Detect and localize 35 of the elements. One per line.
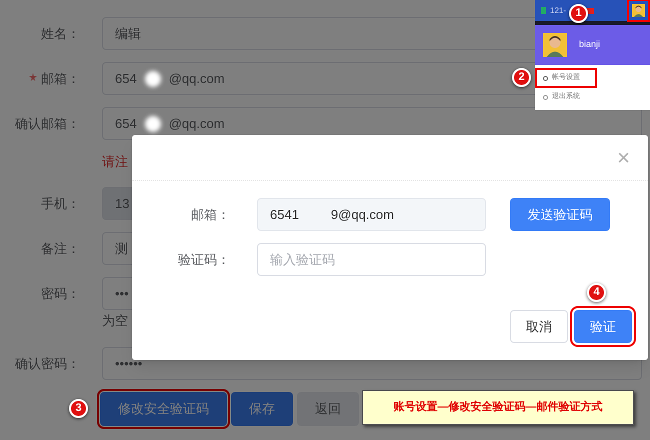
email-text: 654	[115, 70, 137, 88]
email-text: @qq.com	[168, 70, 225, 88]
notice-text: 请注	[102, 153, 128, 172]
user-name: bianji	[579, 38, 600, 52]
form-button[interactable]: 保存	[231, 392, 293, 426]
avatar-icon	[632, 4, 645, 17]
send-code-button[interactable]: 发送验证码	[510, 198, 610, 231]
field-label: 邮箱：	[41, 70, 80, 88]
dialog-button[interactable]: 取消	[510, 310, 568, 343]
email-text: 6541	[270, 206, 299, 224]
close-button[interactable]: ×	[617, 146, 630, 168]
field-label: 姓名：	[41, 24, 80, 43]
email-text: 654	[115, 114, 137, 133]
caption-text: 账号设置—修改安全验证码—邮件验证方式	[394, 400, 602, 416]
field-label: 邮箱：	[190, 206, 230, 224]
step-number-marker: 3	[69, 399, 88, 418]
redaction-blur	[144, 116, 161, 132]
redaction-blur	[144, 70, 161, 86]
dialog-button[interactable]: 验证	[574, 310, 632, 343]
form-button[interactable]: 修改安全验证码	[100, 392, 227, 426]
hint-text: 为空	[102, 312, 128, 330]
field-label: 备注：	[41, 240, 80, 258]
field-label: 手机：	[41, 194, 80, 213]
email-field[interactable]: 6541 9@qq.com	[257, 198, 486, 231]
email-text: @qq.com	[168, 114, 225, 133]
field-label: 密码：	[41, 284, 80, 303]
field-label: 确认邮箱：	[15, 114, 80, 133]
status-icon	[541, 7, 546, 14]
field-label: 确认密码：	[15, 354, 80, 373]
code-input-field[interactable]: 输入验证码	[257, 243, 486, 276]
avatar-icon	[543, 33, 567, 57]
field-label: 验证码：	[177, 250, 230, 269]
top-bar-text: 121-	[550, 4, 566, 16]
email-text: 9@qq.com	[330, 206, 394, 224]
form-button[interactable]: 返回	[297, 392, 359, 426]
